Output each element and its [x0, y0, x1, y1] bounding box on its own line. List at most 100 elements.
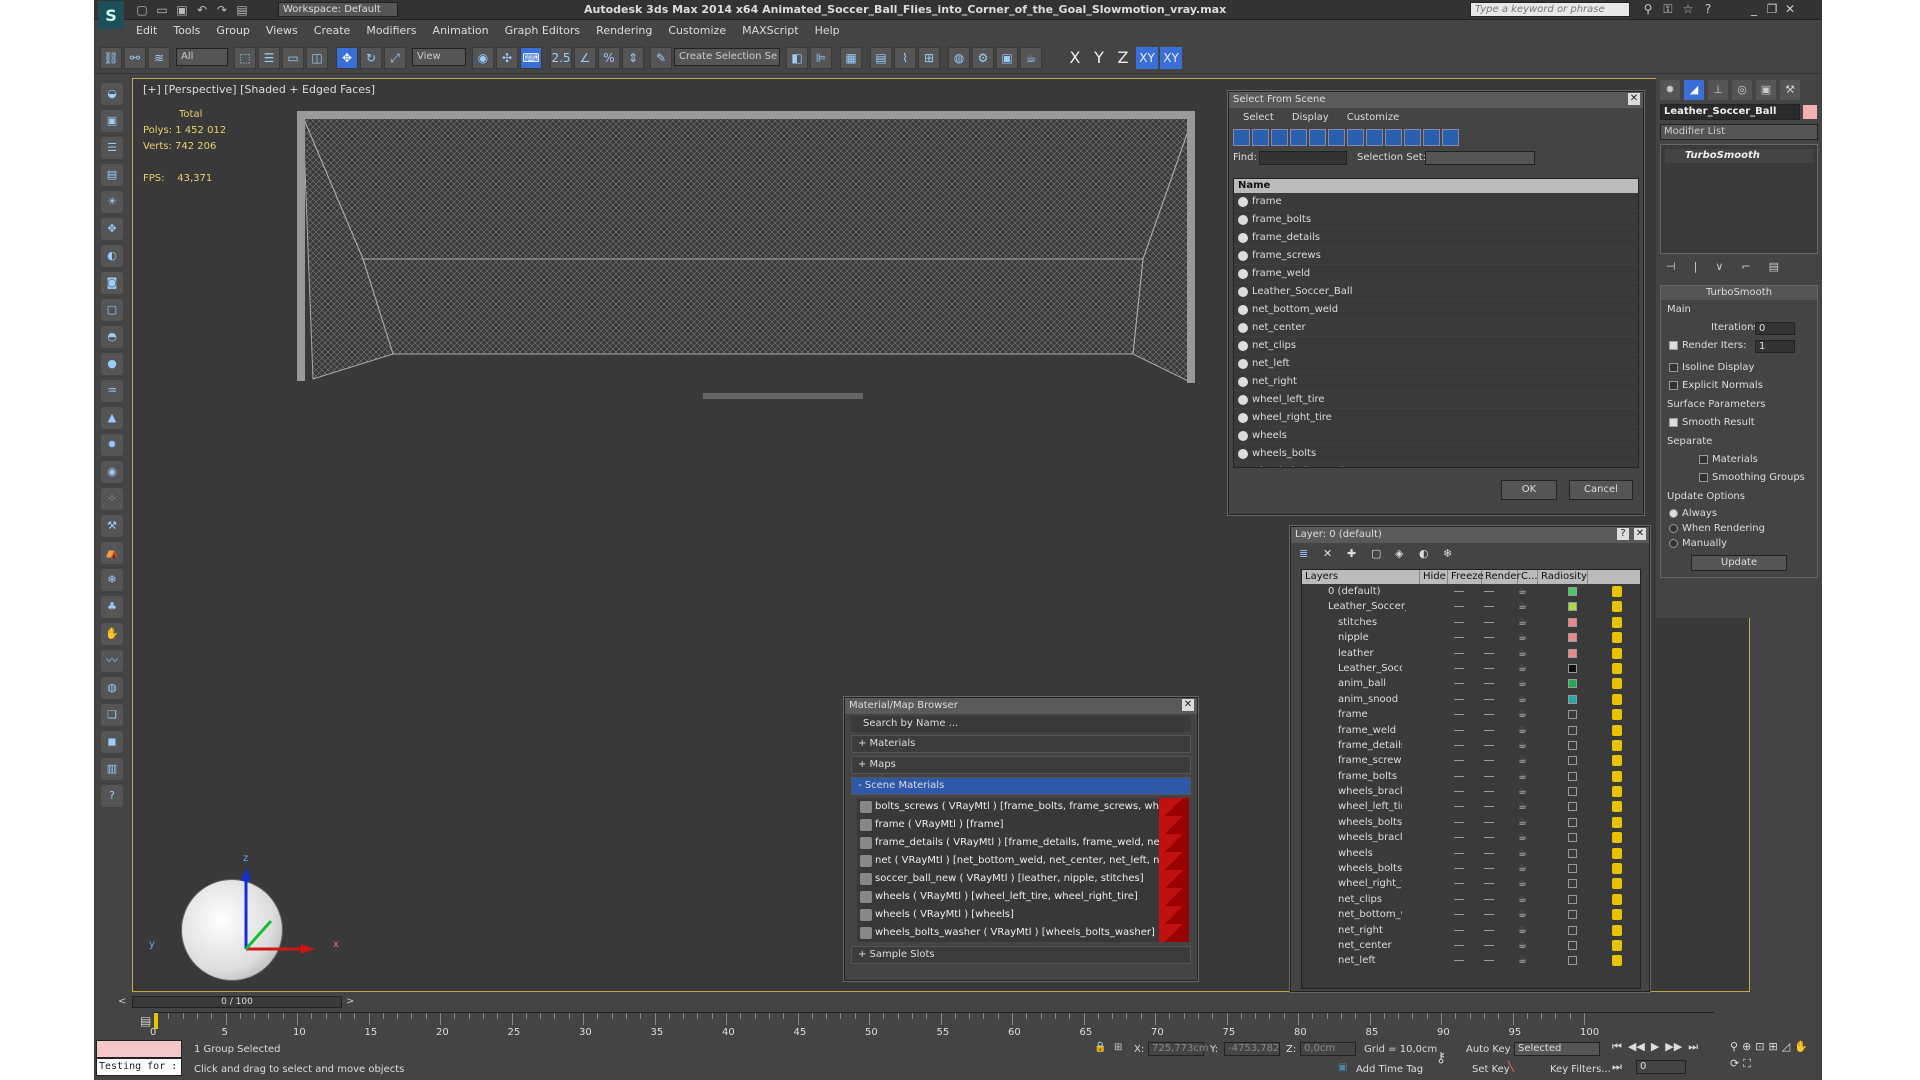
layer-color-swatch[interactable]	[1568, 587, 1577, 596]
pin-stack-icon[interactable]: ⊣	[1666, 260, 1676, 273]
radiosity-icon[interactable]	[1612, 739, 1622, 751]
zoom-icon[interactable]: ⚲	[1730, 1040, 1738, 1053]
sfs-menu-select[interactable]: Select	[1243, 112, 1274, 123]
sfs-menu-customize[interactable]: Customize	[1347, 112, 1400, 123]
render-teapot-icon[interactable]: ☕	[1518, 923, 1527, 938]
radiosity-icon[interactable]	[1612, 893, 1622, 905]
radiosity-icon[interactable]	[1612, 939, 1622, 951]
turbosmooth-rollout-title[interactable]: TurboSmooth	[1661, 286, 1817, 300]
layer-toggle[interactable]	[1484, 883, 1494, 885]
material-item[interactable]: bolts_screws ( VRayMtl ) [frame_bolts, f…	[857, 798, 1189, 816]
layers-column-header[interactable]: Render	[1482, 570, 1521, 584]
list-item[interactable]: frame	[1234, 193, 1638, 211]
hammer-icon[interactable]: ⚒	[101, 515, 123, 537]
layer-row[interactable]: anim_snood ☕	[1302, 692, 1640, 707]
layer-toggle[interactable]	[1454, 821, 1464, 823]
radiosity-icon[interactable]	[1612, 586, 1622, 597]
layer-toggle[interactable]	[1484, 868, 1494, 870]
layer-row[interactable]: wheels_bolts ☕	[1302, 861, 1640, 876]
axis-xy-button[interactable]: XY	[1136, 47, 1158, 69]
layer-color-swatch[interactable]	[1568, 833, 1577, 843]
render-teapot-icon[interactable]: ☕	[1518, 769, 1527, 784]
layer-toggle[interactable]	[1454, 744, 1464, 746]
groups-filter-icon[interactable]	[1347, 129, 1364, 146]
material-item[interactable]: frame_details ( VRayMtl ) [frame_details…	[857, 834, 1189, 852]
explicit-normals-checkbox[interactable]	[1669, 380, 1678, 390]
layer-toggle[interactable]	[1484, 729, 1494, 731]
track-bar-menu-icon[interactable]: ▤	[140, 1014, 151, 1028]
layer-row[interactable]: Leather_Soccer_Bal ☕	[1302, 599, 1640, 614]
layer-row[interactable]: frame_details ☕	[1302, 738, 1640, 753]
layer-toggle[interactable]	[1484, 621, 1494, 623]
render-icon[interactable]: ▣	[101, 110, 123, 132]
undo-icon[interactable]: ↶	[194, 2, 210, 18]
layer-toggle[interactable]	[1454, 837, 1464, 839]
radiosity-icon[interactable]	[1612, 924, 1622, 936]
render-teapot-icon[interactable]: ☕	[1518, 815, 1527, 830]
menu-create[interactable]: Create	[306, 21, 359, 39]
list-item[interactable]: net_clips	[1234, 337, 1638, 355]
layer-toggle[interactable]	[1484, 667, 1494, 669]
material-item[interactable]: soccer_ball_new ( VRayMtl ) [leather, ni…	[857, 870, 1189, 888]
list-item[interactable]: wheel_right_tire	[1234, 409, 1638, 427]
layer-row[interactable]: wheels ☕	[1302, 846, 1640, 861]
smooth-result-checkbox[interactable]	[1669, 417, 1678, 427]
current-frame-marker[interactable]	[154, 1013, 158, 1029]
window-crossing-icon[interactable]: ◫	[306, 47, 328, 69]
menu-tools[interactable]: Tools	[165, 21, 208, 39]
select-move-icon[interactable]: ✥	[336, 47, 358, 69]
layer-color-swatch[interactable]	[1568, 925, 1577, 935]
object-name-field[interactable]: Leather_Soccer_Ball	[1660, 104, 1817, 120]
hierarchy-tab-icon[interactable]: ⊥	[1708, 80, 1728, 100]
cone-icon[interactable]: ▲	[101, 407, 123, 429]
restore-icon[interactable]: ❐	[1766, 2, 1778, 16]
radiosity-icon[interactable]	[1612, 832, 1622, 844]
radiosity-icon[interactable]	[1612, 724, 1622, 736]
hand-icon[interactable]: ✋	[101, 623, 123, 645]
radiosity-icon[interactable]	[1612, 878, 1622, 890]
ok-button[interactable]: OK	[1501, 480, 1557, 500]
helpers-filter-icon[interactable]	[1309, 129, 1326, 146]
radiosity-icon[interactable]	[1612, 955, 1622, 967]
list-item[interactable]: Leather_Soccer_Ball	[1234, 283, 1638, 301]
orbit-icon[interactable]: ⟳	[1730, 1057, 1739, 1071]
axis-x-button[interactable]: X	[1064, 47, 1086, 69]
bind-space-warp-icon[interactable]: ≋	[148, 47, 170, 69]
render-teapot-icon[interactable]: ☕	[1518, 938, 1527, 953]
update-when-rendering-radio[interactable]	[1669, 523, 1678, 533]
layer-toggle[interactable]	[1454, 914, 1464, 916]
layer-toggle[interactable]	[1484, 652, 1494, 654]
axis-xy-cycle-button[interactable]: XY	[1160, 47, 1182, 69]
rendered-frame-window-icon[interactable]: ▣	[996, 47, 1018, 69]
layer-row[interactable]: net_left ☕	[1302, 953, 1640, 968]
layer-color-swatch[interactable]	[1568, 756, 1577, 766]
snowflake-icon[interactable]: ❄	[101, 569, 123, 591]
layer-row[interactable]: net_right ☕	[1302, 923, 1640, 938]
layer-toggle[interactable]	[1454, 883, 1464, 885]
geometry-filter-icon[interactable]	[1233, 129, 1250, 146]
render-teapot-icon[interactable]: ☕	[1518, 876, 1527, 891]
mirror-icon[interactable]: ◧	[786, 47, 808, 69]
box-icon[interactable]: ▢	[101, 299, 123, 321]
maximize-viewport-icon[interactable]: ⛶	[1743, 1057, 1751, 1071]
toolbox-icon[interactable]: ▥	[101, 758, 123, 780]
layer-toggle[interactable]	[1484, 852, 1494, 854]
radiosity-icon[interactable]	[1612, 709, 1622, 721]
utilities-tab-icon[interactable]: ⚒	[1780, 80, 1800, 100]
list-item[interactable]: net_center	[1234, 319, 1638, 337]
list-item[interactable]: wheel_left_tire	[1234, 391, 1638, 409]
radiosity-icon[interactable]	[1612, 847, 1622, 859]
delete-layer-icon[interactable]: ✕	[1323, 547, 1341, 563]
shapes-filter-icon[interactable]	[1252, 129, 1269, 146]
layer-toggle[interactable]	[1484, 714, 1494, 716]
question-icon[interactable]: ?	[101, 785, 123, 807]
radiosity-icon[interactable]	[1612, 755, 1622, 767]
reference-coordinate-dropdown[interactable]: View	[412, 48, 466, 66]
list-item[interactable]: wheels_bolts	[1234, 445, 1638, 463]
save-icon[interactable]: ▣	[174, 2, 190, 18]
cameras-filter-icon[interactable]	[1290, 129, 1307, 146]
list-item[interactable]: frame_bolts	[1234, 211, 1638, 229]
field-of-view-icon[interactable]: ◿	[1782, 1040, 1790, 1053]
close-icon[interactable]: ✕	[1634, 528, 1646, 540]
layer-row[interactable]: wheel_left_tire ☕	[1302, 799, 1640, 814]
